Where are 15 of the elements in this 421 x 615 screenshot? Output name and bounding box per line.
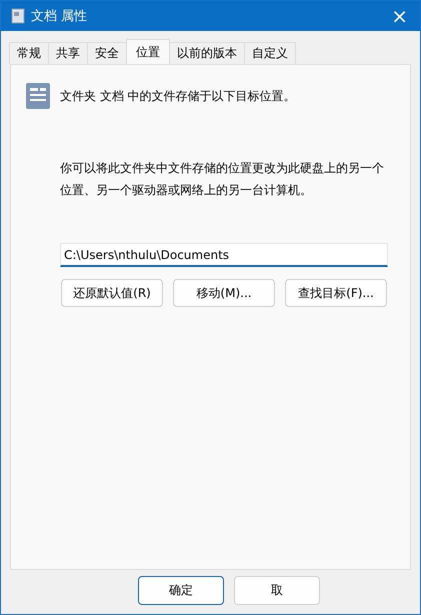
location-header: 文件夹 文档 中的文件存储于以下目标位置。 — [60, 88, 296, 104]
close-button[interactable]: × — [387, 4, 412, 28]
description-text: 你可以将此文件夹中文件存储的位置更改为此硬盘上的另一个位置、另一个驱动器或网络上的另一台计算机。 — [60, 160, 385, 199]
folder-properties-icon — [11, 8, 25, 24]
restore-default-button[interactable]: 还原默认值(R) — [61, 279, 163, 307]
move-button[interactable]: 移动(M)... — [173, 279, 275, 307]
find-target-button[interactable]: 查找目标(F)... — [285, 279, 387, 307]
tab[interactable]: 自定义 — [244, 42, 296, 64]
window-title: 文档 属性 — [31, 8, 88, 25]
tab[interactable]: 位置 — [126, 39, 170, 64]
cancel-button[interactable]: 取 — [234, 576, 320, 605]
document-icon — [26, 83, 50, 109]
tab[interactable]: 常规 — [9, 42, 49, 64]
ok-button[interactable]: 确定 — [138, 576, 224, 605]
path-field[interactable]: C:\Users\nthulu\Documents — [60, 243, 388, 267]
